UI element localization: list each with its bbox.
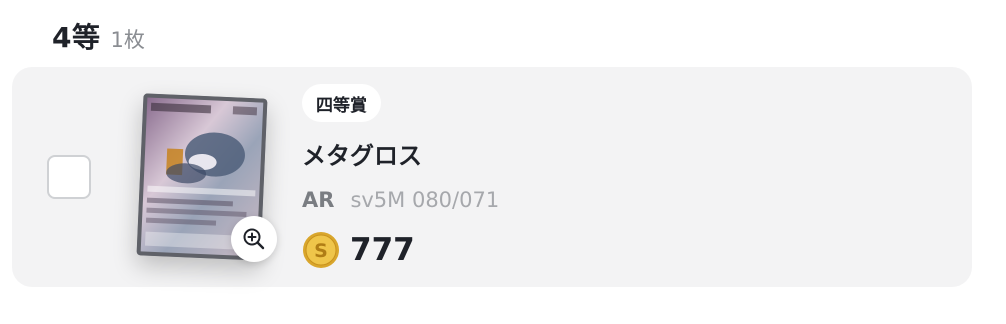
- card-meta: AR sv5M 080/071: [302, 188, 499, 212]
- gold-coin-icon: S: [303, 232, 339, 268]
- tier-count: 1枚: [110, 28, 145, 52]
- card-name: メタグロス: [302, 142, 422, 170]
- card-rarity: AR: [302, 188, 335, 212]
- zoom-button[interactable]: [231, 216, 277, 262]
- prize-badge: 四等賞: [302, 84, 381, 122]
- tier-title: 4等: [52, 21, 101, 54]
- price-value: 777: [350, 232, 415, 268]
- prize-card-row[interactable]: 四等賞 メタグロス AR sv5M 080/071 S 777: [12, 67, 972, 287]
- card-code: sv5M 080/071: [350, 188, 500, 212]
- zoom-in-icon: [243, 228, 265, 250]
- select-checkbox[interactable]: [47, 155, 91, 199]
- svg-text:S: S: [314, 240, 328, 262]
- card-price: S 777: [302, 231, 415, 269]
- tier-header: 4等 1枚: [52, 16, 145, 56]
